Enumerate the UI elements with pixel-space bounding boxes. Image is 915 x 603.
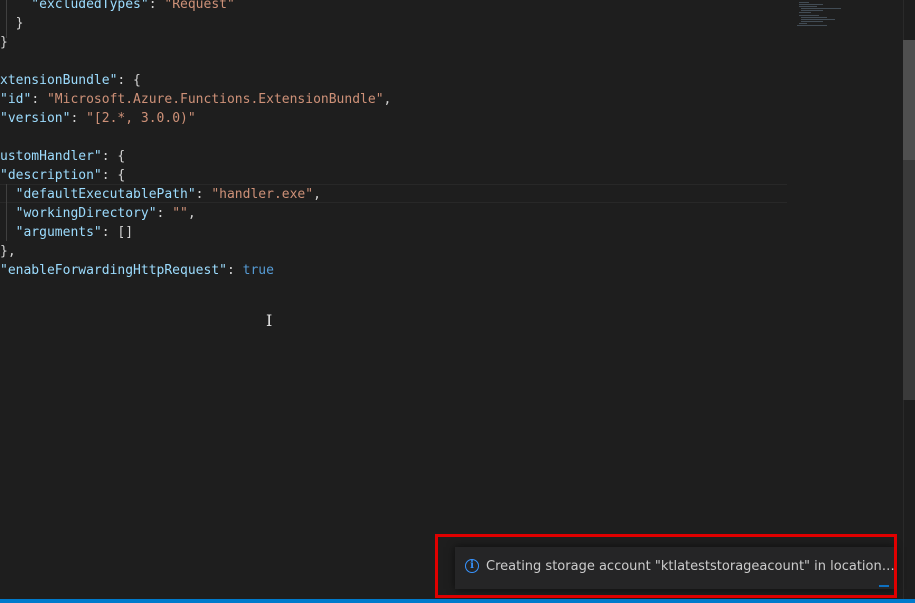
code-token: : { xyxy=(101,168,126,183)
code-token: "Microsoft.Azure.Functions.ExtensionBund… xyxy=(46,92,384,107)
code-line[interactable]: "id": "Microsoft.Azure.Functions.Extensi… xyxy=(0,90,391,109)
code-line[interactable]: "workingDirectory": "", xyxy=(0,204,196,223)
code-line[interactable]: "arguments": [] xyxy=(0,223,133,242)
code-token: } xyxy=(0,35,8,50)
code-token: : xyxy=(226,263,243,278)
code-token: : xyxy=(156,206,173,221)
text-cursor-icon: I xyxy=(266,311,273,330)
code-token: "" xyxy=(172,206,188,221)
code-line[interactable]: "defaultExecutablePath": "handler.exe", xyxy=(0,185,321,204)
code-token: ustomHandler" xyxy=(0,149,102,164)
code-token: "description" xyxy=(0,168,102,183)
code-token: "enableForwardingHttpRequest" xyxy=(0,263,227,278)
code-line[interactable]: } xyxy=(0,14,24,33)
code-token: "handler.exe" xyxy=(211,187,314,202)
code-token: : { xyxy=(117,73,141,88)
code-token: "excludedTypes" xyxy=(0,0,149,12)
code-line[interactable]: xtensionBundle": { xyxy=(0,71,141,90)
code-token: : xyxy=(148,0,165,12)
code-token: "workingDirectory" xyxy=(0,206,157,221)
scrollbar-track-region xyxy=(903,160,915,400)
code-token: "Request" xyxy=(164,0,235,12)
code-token: "[2.*, 3.0.0)" xyxy=(86,111,196,126)
code-token: , xyxy=(313,187,321,202)
scrollbar-thumb[interactable] xyxy=(903,40,915,160)
annotation-highlight-box xyxy=(435,534,897,598)
code-line[interactable]: ustomHandler": { xyxy=(0,147,125,166)
code-token: true xyxy=(242,263,274,278)
code-line[interactable]: "version": "[2.*, 3.0.0)" xyxy=(0,109,196,128)
code-token: "id" xyxy=(0,92,32,107)
code-token: , xyxy=(187,206,196,221)
code-line[interactable]: "description": { xyxy=(0,166,125,185)
code-line[interactable]: "excludedTypes": "Request" xyxy=(0,0,235,14)
status-bar xyxy=(0,599,915,603)
code-line[interactable]: }, xyxy=(0,242,16,261)
code-token: : xyxy=(31,92,47,107)
code-token: : xyxy=(70,111,87,126)
code-token: , xyxy=(383,92,392,107)
code-token: : xyxy=(195,187,212,202)
code-token: "version" xyxy=(0,111,71,126)
code-token: "defaultExecutablePath" xyxy=(0,187,196,202)
minimap[interactable] xyxy=(787,0,903,603)
code-line[interactable]: "enableForwardingHttpRequest": true xyxy=(0,261,274,280)
code-editor[interactable]: "excludedTypes": "Request" }} xtensionBun… xyxy=(0,0,915,603)
code-token: : { xyxy=(101,149,126,164)
code-token: : [] xyxy=(101,225,134,240)
code-token: "arguments" xyxy=(0,225,102,240)
code-token: xtensionBundle" xyxy=(0,73,118,88)
code-token: } xyxy=(0,16,24,31)
code-token: }, xyxy=(0,244,16,259)
code-line[interactable]: } xyxy=(0,33,8,52)
